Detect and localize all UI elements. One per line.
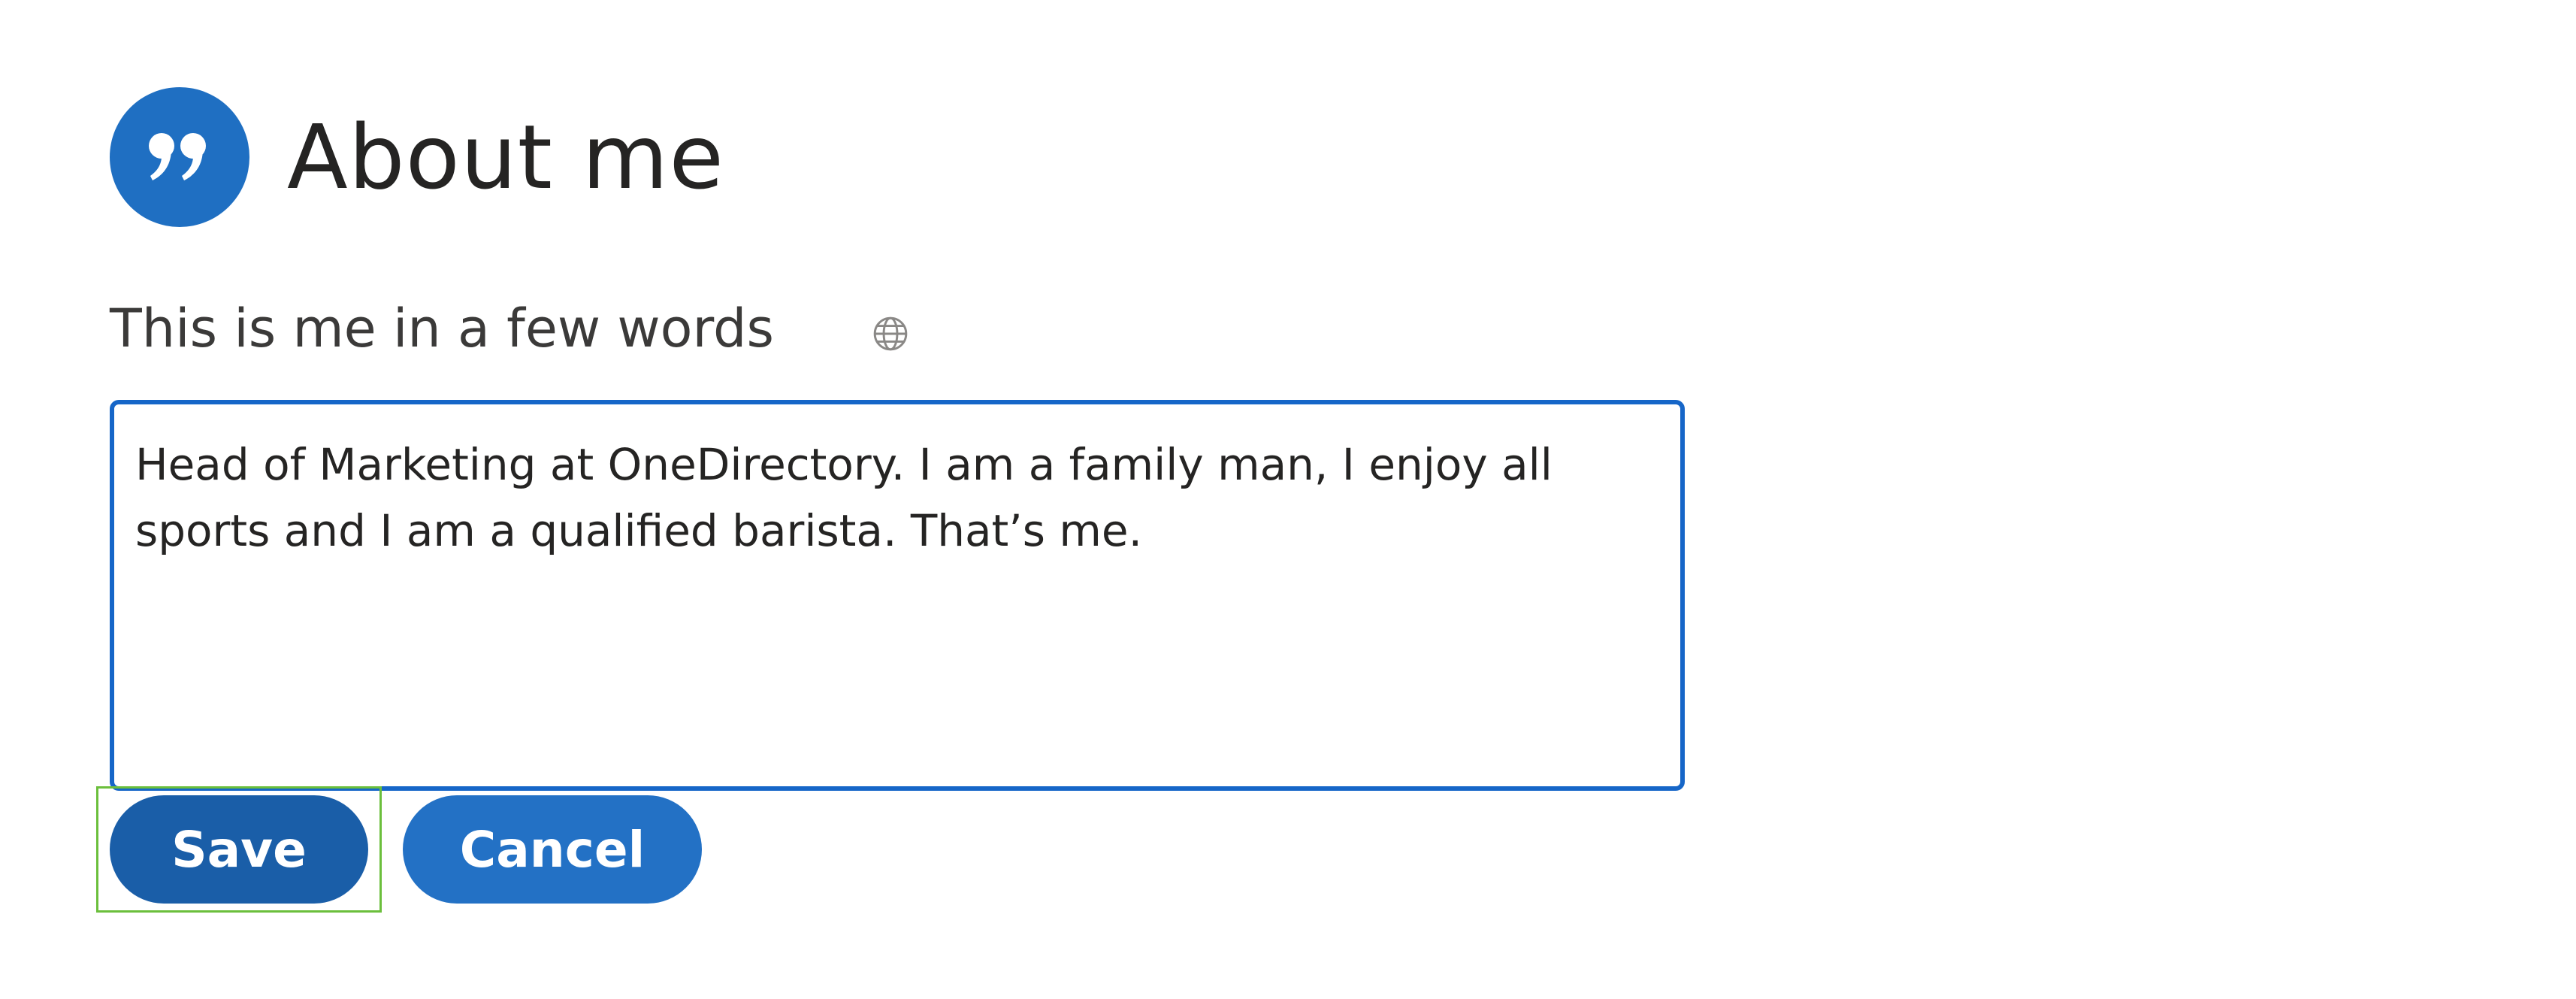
quote-icon — [110, 87, 249, 227]
about-me-header: About me — [110, 87, 724, 227]
about-me-textarea-container: Head of Marketing at OneDirectory. I am … — [110, 400, 1685, 791]
field-label: This is me in a few words — [110, 298, 774, 359]
globe-icon[interactable] — [872, 315, 909, 353]
about-me-textarea[interactable]: Head of Marketing at OneDirectory. I am … — [114, 404, 1680, 786]
cancel-button[interactable]: Cancel — [403, 795, 702, 904]
field-label-row: This is me in a few words — [110, 295, 909, 362]
save-button[interactable]: Save — [110, 795, 368, 904]
page-title: About me — [287, 105, 724, 209]
